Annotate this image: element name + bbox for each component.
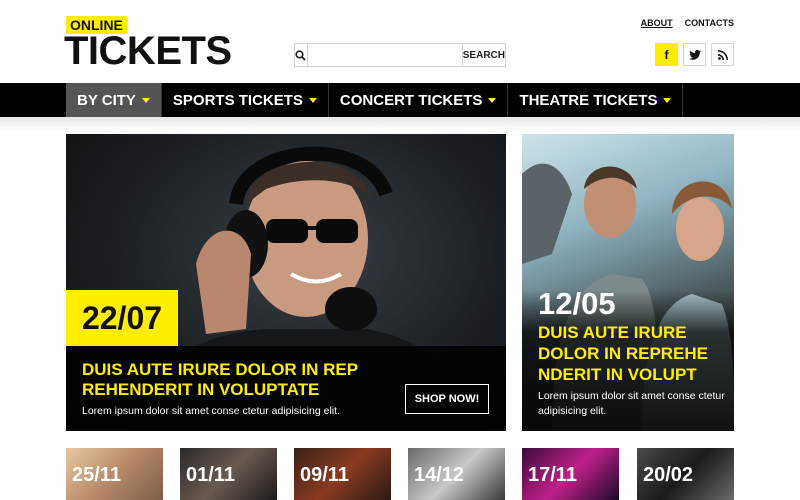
- chevron-down-icon: [488, 97, 497, 103]
- top-links: ABOUT CONTACTS: [641, 18, 734, 28]
- search-button[interactable]: SEARCH: [461, 44, 505, 66]
- nav-item-label: SPORTS TICKETS: [172, 91, 303, 109]
- thumbnail-date: 01/11: [186, 464, 235, 486]
- search-bar: SEARCH: [294, 43, 506, 67]
- nav-item-label: CONCERT TICKETS: [339, 91, 483, 109]
- chevron-down-icon: [308, 97, 317, 103]
- hero-main-date: 22/07: [66, 290, 178, 346]
- nav-shadow: [0, 117, 800, 131]
- hero-side-date: 12/05: [538, 286, 616, 321]
- hero-main-title[interactable]: DUIS AUTE IRURE DOLOR IN REP REHENDERIT …: [82, 360, 382, 400]
- search-input[interactable]: [307, 44, 462, 66]
- nav-item-theatre-tickets[interactable]: THEATRE TICKETS: [508, 83, 684, 117]
- rss-icon[interactable]: [711, 43, 734, 66]
- nav-item-concert-tickets[interactable]: CONCERT TICKETS: [329, 83, 509, 117]
- about-link[interactable]: ABOUT: [641, 18, 673, 28]
- event-thumbnail[interactable]: 17/11: [522, 448, 619, 500]
- hero-side-title[interactable]: DUIS AUTE IRURE DOLOR IN REPREHE NDERIT …: [538, 322, 728, 385]
- event-thumbnail[interactable]: 01/11: [180, 448, 277, 500]
- event-thumbnail[interactable]: 09/11: [294, 448, 391, 500]
- thumbnail-date: 17/11: [528, 464, 577, 486]
- event-thumbnail[interactable]: 20/02: [637, 448, 734, 500]
- event-thumbnail[interactable]: 14/12: [408, 448, 505, 500]
- chevron-down-icon: [663, 97, 672, 103]
- thumbnail-date: 09/11: [300, 464, 349, 486]
- event-thumbnail[interactable]: 25/11: [66, 448, 163, 500]
- chevron-down-icon: [141, 97, 150, 103]
- facebook-icon[interactable]: f: [655, 43, 678, 66]
- nav-item-label: BY CITY: [77, 91, 136, 109]
- thumbnail-date: 20/02: [643, 464, 694, 486]
- thumbnail-date: 25/11: [72, 464, 121, 486]
- twitter-icon[interactable]: [683, 43, 706, 66]
- thumbnail-date: 14/12: [414, 464, 465, 486]
- nav-item-label: THEATRE TICKETS: [519, 91, 658, 109]
- main-nav: BY CITY SPORTS TICKETS CONCERT TICKETS T…: [0, 83, 800, 117]
- shop-now-button[interactable]: SHOP NOW!: [405, 384, 489, 414]
- nav-item-sports-tickets[interactable]: SPORTS TICKETS: [162, 83, 329, 117]
- social-links: f: [655, 43, 734, 66]
- contacts-link[interactable]: CONTACTS: [685, 18, 734, 28]
- hero-side-subtitle: Lorem ipsum dolor sit amet conse ctetur …: [538, 390, 725, 417]
- logo-tickets[interactable]: TICKETS: [64, 30, 232, 72]
- nav-item-by-city[interactable]: BY CITY: [66, 83, 162, 117]
- search-icon[interactable]: [295, 44, 308, 66]
